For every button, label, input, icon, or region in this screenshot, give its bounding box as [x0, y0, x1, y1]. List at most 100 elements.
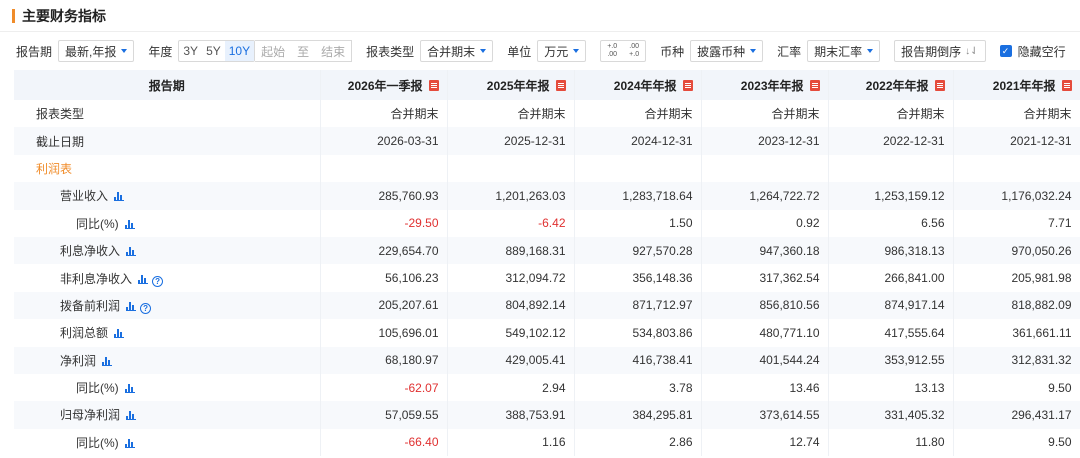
period-label: 报告期 [16, 44, 53, 59]
row-label-cell: 同比(%) [14, 373, 321, 402]
bar-chart-icon[interactable] [126, 301, 137, 311]
table-cell: 13.46 [701, 373, 829, 402]
table-cell: 534,803.86 [574, 319, 702, 347]
table-cell: 9.50 [953, 428, 1080, 457]
table-cell: 818,882.09 [953, 291, 1080, 320]
column-header[interactable]: 2022年年报 [828, 70, 954, 100]
bar-chart-icon[interactable] [114, 329, 125, 339]
decrease-decimal-button[interactable]: .00 +.0 [623, 43, 645, 59]
rate-value: 期末汇率 [814, 44, 863, 59]
bar-chart-icon[interactable] [124, 384, 135, 394]
checkbox-checked-icon: ✓ [999, 45, 1012, 57]
row-label-cell: 归母净利润 [14, 401, 321, 429]
report-type-dropdown[interactable]: 合并期末 [420, 40, 494, 62]
table-cell: 1,201,263.03 [447, 182, 575, 210]
table-cell: -29.50 [320, 209, 448, 237]
table-cell [320, 154, 448, 183]
table-cell: 804,892.14 [447, 291, 575, 320]
pdf-icon[interactable] [1061, 79, 1072, 91]
column-header[interactable]: 2024年年报 [574, 70, 702, 100]
table-cell: -6.42 [447, 209, 575, 237]
unit-dropdown[interactable]: 万元 [537, 40, 587, 62]
table-cell: 2021-12-31 [953, 127, 1080, 155]
table-cell: 361,661.11 [953, 319, 1080, 347]
table-row: 利润总额 105,696.01 549,102.12 534,803.86 480,77… [14, 319, 1080, 347]
row-label-cell: 利息净收入 [14, 236, 321, 265]
table-cell: 927,570.28 [574, 236, 702, 265]
bar-chart-icon[interactable] [126, 411, 137, 421]
hide-empty-rows-checkbox[interactable]: ✓ 隐藏空行 [999, 43, 1066, 60]
table-cell: 1.16 [447, 428, 575, 457]
year-segmented-control: 3Y 5Y 10Y [178, 40, 256, 62]
range-to: 至 [297, 44, 310, 59]
bar-chart-icon[interactable] [124, 219, 135, 229]
table-cell: 1,253,159.12 [828, 182, 954, 210]
pdf-icon[interactable] [555, 79, 566, 91]
table-header-row: 报告期 2026年一季报 2025年年报 2024年年报 2023年年报 202… [14, 70, 1080, 100]
help-icon[interactable]: ? [140, 302, 152, 314]
table-cell: 2023-12-31 [701, 127, 829, 155]
table-cell: 2.94 [447, 373, 575, 402]
period-value: 最新,年报 [65, 44, 117, 59]
table-cell: 2025-12-31 [447, 127, 575, 155]
table-cell: -62.07 [320, 373, 448, 402]
table-cell: 12.74 [701, 428, 829, 457]
table-cell: 480,771.10 [701, 319, 829, 347]
pdf-icon[interactable] [428, 79, 439, 91]
table-cell: -66.40 [320, 428, 448, 457]
rate-dropdown[interactable]: 期末汇率 [807, 40, 881, 62]
table-cell: 312,831.32 [953, 346, 1080, 374]
table-cell: 105,696.01 [320, 319, 448, 347]
period-dropdown[interactable]: 最新,年报 [58, 40, 135, 62]
decimal-controls: +.0.00 .00 +.0 [600, 40, 647, 62]
sort-period-button[interactable]: 报告期倒序 ↓⇃ [894, 40, 986, 62]
table-cell: 13.13 [828, 373, 954, 402]
table-cell: 7.71 [953, 209, 1080, 237]
date-range-picker[interactable]: 起始 至 结束 [255, 40, 353, 62]
table-cell: 合并期末 [701, 100, 829, 128]
currency-dropdown[interactable]: 披露币种 [690, 40, 764, 62]
table-cell: 9.50 [953, 373, 1080, 402]
row-label: 非利息净收入 [60, 271, 133, 286]
table-cell [828, 154, 954, 183]
table-cell: 1,176,032.24 [953, 182, 1080, 210]
table-cell: 56,106.23 [320, 264, 448, 292]
help-icon[interactable]: ? [152, 275, 164, 287]
column-header[interactable]: 2026年一季报 [320, 70, 448, 100]
pdf-icon[interactable] [809, 79, 820, 91]
table-row: 营业收入 285,760.93 1,201,263.03 1,283,718.64 1,… [14, 182, 1080, 210]
column-header[interactable]: 2023年年报 [701, 70, 829, 100]
pdf-icon[interactable] [934, 79, 945, 91]
table-cell: 266,841.00 [828, 264, 954, 292]
table-cell: 384,295.81 [574, 401, 702, 429]
bar-chart-icon[interactable] [126, 247, 137, 257]
header-period: 报告期 [14, 70, 321, 100]
financial-indicators-table: 报告期 2026年一季报 2025年年报 2024年年报 2023年年报 202… [14, 70, 1080, 457]
bar-chart-icon[interactable] [102, 356, 113, 366]
row-label-cell: 非利息净收入? [14, 264, 321, 292]
year-option-3y[interactable]: 3Y [179, 41, 202, 61]
row-label-cell: 净利润 [14, 346, 321, 374]
bar-chart-icon[interactable] [138, 274, 149, 284]
bar-chart-icon[interactable] [114, 192, 125, 202]
pdf-icon[interactable] [682, 79, 693, 91]
year-option-5y[interactable]: 5Y [202, 41, 225, 61]
column-header[interactable]: 2025年年报 [447, 70, 575, 100]
column-header[interactable]: 2021年年报 [953, 70, 1080, 100]
table-cell: 874,917.14 [828, 291, 954, 320]
increase-decimal-button[interactable]: +.0.00 [601, 43, 623, 59]
table-cell: 1,264,722.72 [701, 182, 829, 210]
row-label: 利息净收入 [60, 244, 121, 259]
table-row: 截止日期 2026-03-31 2025-12-31 2024-12-31 2023-1… [14, 127, 1080, 155]
rate-label: 汇率 [777, 44, 802, 59]
sort-desc-icon: ↓⇃ [965, 45, 979, 57]
table-cell: 312,094.72 [447, 264, 575, 292]
row-label: 同比(%) [76, 381, 119, 396]
section-header: 主要财务指标 [0, 0, 1080, 32]
table-cell [701, 154, 829, 183]
bar-chart-icon[interactable] [124, 438, 135, 448]
table-cell: 373,614.55 [701, 401, 829, 429]
table-cell: 856,810.56 [701, 291, 829, 320]
year-option-10y[interactable]: 10Y [224, 41, 255, 61]
table-row: 净利润 68,180.97 429,005.41 416,738.41 401,544.… [14, 346, 1080, 374]
